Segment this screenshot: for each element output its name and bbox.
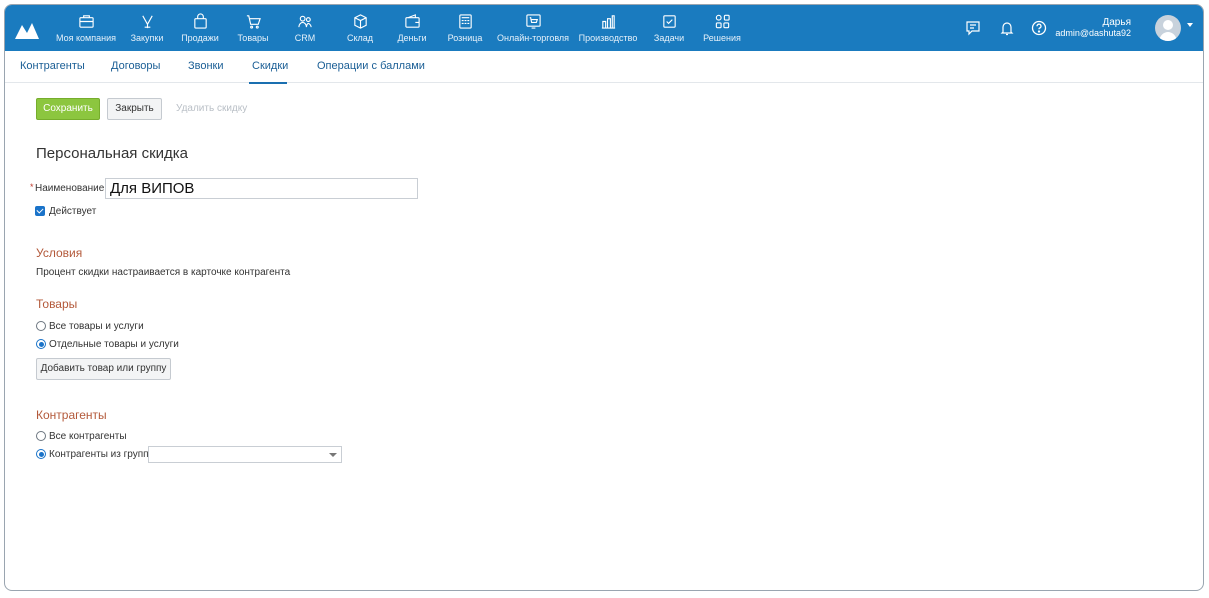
people-icon <box>297 15 312 28</box>
nav-online-trade[interactable]: Онлайн-торговля <box>497 9 569 49</box>
user-email: admin@dashuta92 <box>1055 28 1131 38</box>
avatar[interactable] <box>1155 15 1181 41</box>
group-contractors-radio-label[interactable]: Контрагенты из групп <box>49 449 149 460</box>
chevron-down-icon <box>329 453 337 457</box>
nav-sales[interactable]: Продажи <box>181 9 219 49</box>
user-menu-chevron-down-icon[interactable] <box>1187 23 1193 27</box>
active-checkbox-label[interactable]: Действует <box>49 206 96 217</box>
selected-goods-radio[interactable] <box>36 339 46 349</box>
nav-tasks[interactable]: Задачи <box>653 9 685 49</box>
nav-solutions[interactable]: Решения <box>702 9 742 49</box>
box-icon <box>353 14 367 29</box>
tasks-icon <box>662 15 676 28</box>
user-avatar-icon <box>1159 20 1177 41</box>
nav-production[interactable]: Производство <box>578 9 638 49</box>
page-title: Персональная скидка <box>36 145 189 162</box>
all-goods-radio[interactable] <box>36 321 46 331</box>
all-contractors-radio-label[interactable]: Все контрагенты <box>49 431 127 442</box>
contractor-groups-select[interactable] <box>148 446 342 463</box>
user-info[interactable]: Дарья admin@dashuta92 <box>1055 17 1131 39</box>
briefcase-icon <box>78 15 94 28</box>
user-name: Дарья <box>1102 17 1131 28</box>
nav-money[interactable]: Деньги <box>396 9 428 49</box>
tab-discounts[interactable]: Скидки <box>252 60 288 72</box>
cash-register-icon <box>458 14 472 29</box>
online-store-icon <box>525 14 541 29</box>
active-checkbox[interactable] <box>35 206 45 216</box>
wallet-icon <box>404 14 420 28</box>
bell-icon[interactable] <box>998 19 1016 37</box>
apps-icon <box>715 14 730 29</box>
chat-icon[interactable] <box>964 19 982 37</box>
name-field[interactable] <box>105 178 418 199</box>
all-contractors-radio[interactable] <box>36 431 46 441</box>
top-navigation-bar: Моя компания Закупки Продажи Товары CRM … <box>5 5 1203 51</box>
add-goods-button[interactable]: Добавить товар или группу <box>36 358 171 380</box>
tab-calls[interactable]: Звонки <box>188 60 224 72</box>
contractors-heading: Контрагенты <box>36 408 107 422</box>
production-icon <box>601 15 615 29</box>
conditions-text: Процент скидки настраивается в карточке … <box>36 267 291 278</box>
required-mark: * <box>30 182 34 192</box>
nav-goods[interactable]: Товары <box>237 9 269 49</box>
tab-contractors[interactable]: Контрагенты <box>20 60 85 72</box>
name-label: Наименование <box>35 183 105 194</box>
app-window: Моя компания Закупки Продажи Товары CRM … <box>4 4 1204 591</box>
help-icon[interactable] <box>1030 19 1048 37</box>
nav-purchases[interactable]: Закупки <box>130 9 164 49</box>
nav-crm[interactable]: CRM <box>294 9 316 49</box>
group-contractors-radio[interactable] <box>36 449 46 459</box>
bag-icon <box>193 13 207 29</box>
nav-retail[interactable]: Розница <box>447 9 483 49</box>
purchases-icon <box>141 15 153 29</box>
tab-contracts[interactable]: Договоры <box>111 60 160 72</box>
logo-icon[interactable] <box>13 17 41 41</box>
delete-discount-link[interactable]: Удалить скидку <box>176 103 247 114</box>
close-button[interactable]: Закрыть <box>107 98 162 120</box>
goods-heading: Товары <box>36 297 78 311</box>
nav-my-company[interactable]: Моя компания <box>56 9 116 49</box>
cart-icon <box>246 15 261 29</box>
nav-warehouse[interactable]: Склад <box>345 9 375 49</box>
selected-goods-radio-label[interactable]: Отдельные товары и услуги <box>49 339 179 350</box>
active-tab-indicator <box>249 82 287 84</box>
save-button[interactable]: Сохранить <box>36 98 100 120</box>
subtabs-bar: Контрагенты Договоры Звонки Скидки Опера… <box>5 51 1203 83</box>
conditions-heading: Условия <box>36 246 83 260</box>
all-goods-radio-label[interactable]: Все товары и услуги <box>49 321 144 332</box>
tab-points-operations[interactable]: Операции с баллами <box>317 60 425 72</box>
